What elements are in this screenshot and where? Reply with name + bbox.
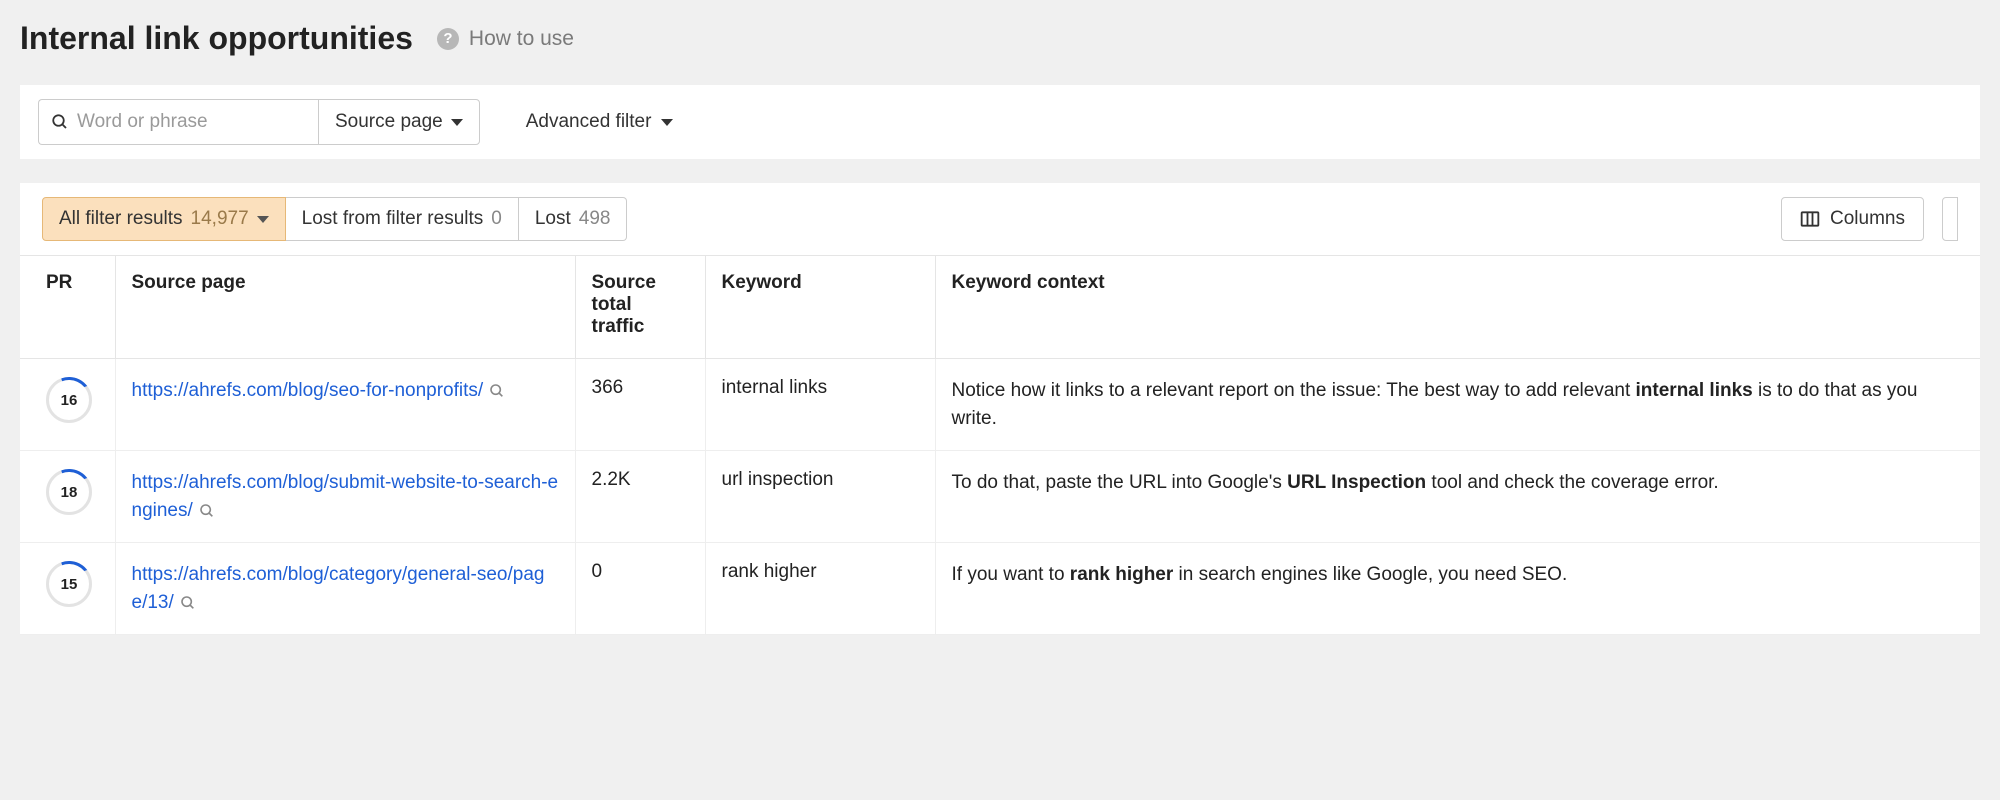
tab-label: Lost (535, 208, 571, 230)
columns-label: Columns (1830, 208, 1905, 230)
source-traffic-value: 2.2K (575, 451, 705, 543)
filter-bar: Source page Advanced filter (20, 85, 1980, 159)
chevron-down-icon (257, 216, 269, 223)
tab-count: 498 (579, 208, 611, 230)
advanced-filter-dropdown[interactable]: Advanced filter (510, 99, 690, 145)
col-header-keyword-context[interactable]: Keyword context (935, 256, 1980, 359)
inspect-icon[interactable] (180, 595, 196, 611)
tab-lost-from-filter[interactable]: Lost from filter results 0 (286, 197, 519, 241)
keyword-context-value: Notice how it links to a relevant report… (935, 359, 1980, 451)
tab-count: 0 (491, 208, 502, 230)
inspect-icon[interactable] (199, 503, 215, 519)
source-page-label: Source page (335, 111, 443, 133)
keyword-value: url inspection (705, 451, 935, 543)
chevron-down-icon (451, 119, 463, 126)
pr-badge: 15 (46, 561, 92, 607)
source-page-dropdown[interactable]: Source page (318, 99, 480, 145)
keyword-value: internal links (705, 359, 935, 451)
keyword-value: rank higher (705, 543, 935, 635)
advanced-filter-label: Advanced filter (526, 111, 652, 133)
source-traffic-value: 0 (575, 543, 705, 635)
table-row: 18 https://ahrefs.com/blog/submit-website… (20, 451, 1980, 543)
tab-label: All filter results (59, 208, 183, 230)
columns-button[interactable]: Columns (1781, 197, 1924, 241)
overflow-button[interactable] (1942, 197, 1958, 241)
table-row: 15https://ahrefs.com/blog/category/gener… (20, 543, 1980, 635)
search-icon (51, 113, 69, 131)
col-header-keyword[interactable]: Keyword (705, 256, 935, 359)
source-traffic-value: 366 (575, 359, 705, 451)
tab-lost[interactable]: Lost 498 (519, 197, 628, 241)
pr-badge: 16 (46, 377, 92, 423)
page-title: Internal link opportunities (20, 20, 413, 57)
search-box[interactable] (38, 99, 318, 145)
source-page-link[interactable]: https://ahrefs.com/blog/seo-for-nonprofi… (132, 380, 484, 401)
pr-badge: 18 (46, 469, 92, 515)
columns-icon (1800, 210, 1820, 228)
col-header-source-traffic[interactable]: Source total traffic (575, 256, 705, 359)
tab-count: 14,977 (191, 208, 249, 230)
how-to-use-label: How to use (469, 27, 574, 51)
result-tabs: All filter results 14,977 Lost from filt… (42, 197, 627, 241)
search-input[interactable] (77, 111, 306, 133)
help-icon: ? (437, 28, 459, 50)
results-panel: All filter results 14,977 Lost from filt… (20, 183, 1980, 635)
table-row: 16 https://ahrefs.com/blog/seo-for-nonpro… (20, 359, 1980, 451)
inspect-icon[interactable] (489, 383, 505, 399)
col-header-source-page[interactable]: Source page (115, 256, 575, 359)
keyword-context-value: If you want to rank higher in search eng… (935, 543, 1980, 635)
how-to-use-link[interactable]: ? How to use (437, 27, 574, 51)
keyword-context-value: To do that, paste the URL into Google's … (935, 451, 1980, 543)
source-page-link[interactable]: https://ahrefs.com/blog/submit-website-t… (132, 472, 559, 521)
tab-all-filter-results[interactable]: All filter results 14,977 (42, 197, 286, 241)
results-table: PR Source page Source total traffic Keyw… (20, 255, 1980, 635)
col-header-pr[interactable]: PR (20, 256, 115, 359)
tab-label: Lost from filter results (302, 208, 484, 230)
chevron-down-icon (661, 119, 673, 126)
